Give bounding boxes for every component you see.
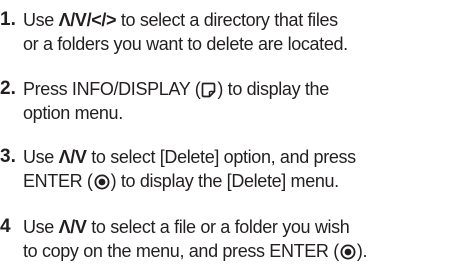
step-text-segment: Use	[23, 147, 59, 167]
step-line: or a folders you want to delete are loca…	[23, 34, 348, 54]
enter-icon	[340, 244, 356, 260]
step-text-segment: to select [Delete] option, and press	[86, 147, 356, 167]
arrow-buttons-label: Λ/V	[58, 217, 87, 237]
step-line: Use Λ/V to select [Delete] option, and p…	[23, 145, 456, 169]
step-text-segment: ENTER (	[23, 171, 93, 191]
step-text-segment: to select a directory that files	[116, 10, 338, 30]
step-text-segment: Press INFO/DISPLAY (	[23, 79, 201, 99]
step-number: 4	[0, 216, 11, 237]
step-number: 3.	[0, 146, 16, 167]
step-text-segment: to copy on the menu, and press ENTER (	[23, 241, 339, 261]
step-line: ENTER ( ) to display the [Delete] menu.	[23, 169, 456, 193]
step-text-segment: Use	[23, 10, 59, 30]
step-text-segment: to select a file or a folder you wish	[86, 217, 350, 237]
step-text-segment: ) to display the	[217, 79, 329, 99]
step-text: Press INFO/DISPLAY ( ) to display the opt…	[23, 77, 456, 125]
step-number: 1.	[0, 9, 16, 30]
step-text: Use Λ/V to select [Delete] option, and p…	[23, 145, 456, 193]
step-text-segment: Use	[23, 217, 59, 237]
instruction-steps: 1. Use Λ/V/</> to select a directory tha…	[0, 0, 456, 277]
info-display-icon	[201, 82, 216, 98]
enter-icon	[94, 174, 110, 190]
step-line: Use Λ/V to select a file or a folder you…	[23, 215, 456, 239]
arrow-buttons-label: Λ/V/</>	[58, 10, 117, 30]
step-line: Press INFO/DISPLAY ( ) to display the	[23, 77, 456, 101]
step-line: to copy on the menu, and press ENTER ().	[23, 239, 456, 263]
step-text-segment: ).	[356, 241, 368, 261]
step-number: 2.	[0, 78, 16, 99]
step-text-segment: ) to display the [Delete] menu.	[110, 171, 340, 191]
step-text: Use Λ/V/</> to select a directory that f…	[23, 8, 456, 56]
step-line: option menu.	[23, 103, 123, 123]
arrow-buttons-label: Λ/V	[58, 147, 87, 167]
step-line: Use Λ/V/</> to select a directory that f…	[23, 8, 456, 32]
step-text: Use Λ/V to select a file or a folder you…	[23, 215, 456, 263]
